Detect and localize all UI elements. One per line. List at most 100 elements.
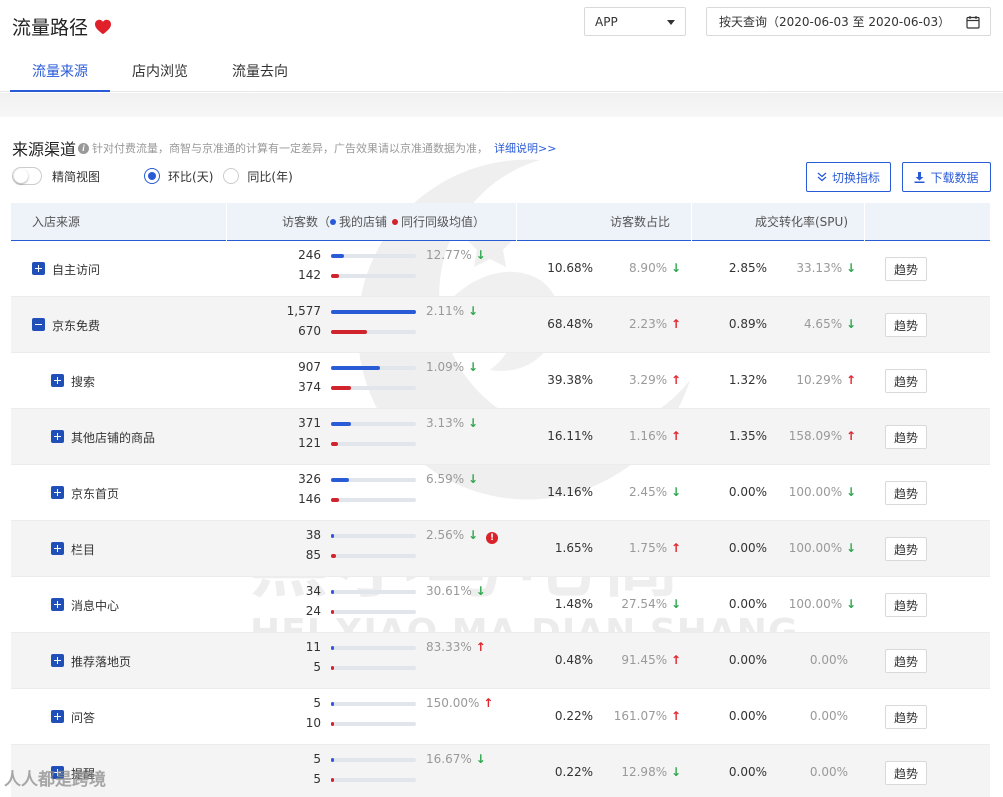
expand-icon[interactable]: [51, 374, 64, 387]
arrow-down-icon: ↓: [845, 597, 856, 611]
visitors-mine: 5: [313, 752, 321, 766]
visitors-peer-bar: [331, 778, 416, 782]
conversion-rate: 0.89%: [728, 317, 767, 331]
table-row: 其他店铺的商品 371 121 3.13% ↓ 16.11% 1.16% ↑ 1.35% 15…: [11, 409, 990, 465]
visitor-share: 0.22%: [554, 709, 593, 723]
visitors-peer-bar-fill: [331, 274, 339, 278]
expand-icon[interactable]: [51, 598, 64, 611]
visitors-mine: 34: [305, 584, 321, 598]
column-header-visitors: 访客数（ 我的店铺 同行同级均值）: [282, 203, 485, 241]
table-body: 自主访问 246 142 12.77% ↓ 10.68% 8.90% ↓ 2.85% 33.1…: [11, 241, 990, 797]
table-row: 自主访问 246 142 12.77% ↓ 10.68% 8.90% ↓ 2.85% 33.1…: [11, 241, 990, 297]
date-range-value: 按天查询（2020-06-03 至 2020-06-03）: [719, 15, 951, 29]
detail-link[interactable]: 详细说明>>: [494, 140, 556, 156]
radio-year-over-year[interactable]: [223, 168, 240, 184]
expand-icon[interactable]: [51, 486, 64, 499]
visitors-peer-bar: [331, 442, 416, 446]
table-row: 提醒 5 5 16.67% ↓ 0.22% 12.98% ↓ 0.00% 0.00% 趋势: [11, 745, 990, 797]
trend-button[interactable]: 趋势: [885, 537, 927, 561]
tab-in-store-browse[interactable]: 店内浏览: [110, 57, 210, 92]
arrow-down-icon: ↓: [475, 248, 486, 262]
tab-bar: 流量来源 店内浏览 流量去向: [10, 57, 310, 92]
visitors-mine: 907: [298, 360, 321, 374]
radio-day-over-day-label[interactable]: 环比(天): [168, 168, 213, 185]
conversion-rate: 1.32%: [728, 373, 767, 387]
share-change-value: 161.07%: [613, 709, 668, 723]
radio-year-over-year-label[interactable]: 同比(年): [247, 168, 292, 185]
expand-icon[interactable]: [51, 710, 64, 723]
visitors-peer-bar-fill: [331, 498, 339, 502]
visitor-share: 39.38%: [547, 373, 593, 387]
visitors-peer-bar: [331, 386, 416, 390]
visitors-peer: 5: [313, 660, 321, 674]
share-change-value: 2.23%: [628, 317, 668, 331]
trend-button[interactable]: 趋势: [885, 425, 927, 449]
trend-button[interactable]: 趋势: [885, 481, 927, 505]
visitors-mine-bar: [331, 310, 416, 314]
visitors-mine-bar-fill: [331, 366, 380, 370]
download-data-button[interactable]: 下载数据: [902, 162, 991, 192]
tab-traffic-destination[interactable]: 流量去向: [210, 57, 310, 92]
info-icon[interactable]: i: [78, 142, 90, 154]
visitors-mine-bar-fill: [331, 478, 349, 482]
collapse-icon[interactable]: [32, 318, 45, 331]
visitors-change: 2.11% ↓: [426, 304, 478, 318]
expand-icon[interactable]: [32, 262, 45, 275]
conversion-change: 0.00%: [771, 653, 856, 667]
arrow-up-icon: ↑: [670, 429, 681, 443]
conversion-change-value: 100.00%: [788, 597, 843, 611]
visitors-peer-bar: [331, 722, 416, 726]
column-header-source: 入店来源: [32, 215, 81, 229]
conversion-change: 100.00% ↓: [771, 597, 856, 611]
download-data-label: 下载数据: [930, 170, 979, 185]
platform-select[interactable]: APP: [584, 7, 686, 36]
visitors-mine-bar: [331, 646, 416, 650]
switch-metrics-button[interactable]: 切换指标: [806, 162, 891, 192]
visitors-mine: 1,577: [286, 304, 321, 318]
conversion-rate: 0.00%: [728, 709, 767, 723]
visitors-change-value: 83.33%: [426, 640, 472, 654]
radio-day-over-day[interactable]: [144, 168, 161, 184]
arrow-down-icon: ↓: [467, 528, 479, 542]
conversion-change: 158.09% ↑: [771, 429, 856, 443]
visitor-share: 1.48%: [554, 597, 593, 611]
arrow-down-icon: ↓: [845, 485, 856, 499]
table-row: 消息中心 34 24 30.61% ↓ 1.48% 27.54% ↓ 0.00% 100.00…: [11, 577, 990, 633]
tab-traffic-source[interactable]: 流量来源: [10, 57, 110, 92]
date-range-picker[interactable]: 按天查询（2020-06-03 至 2020-06-03）: [706, 7, 991, 36]
conversion-change-value: 158.09%: [788, 429, 843, 443]
expand-icon[interactable]: [51, 654, 64, 667]
visitor-share: 16.11%: [547, 429, 593, 443]
conversion-rate: 0.00%: [728, 765, 767, 779]
arrow-down-icon: ↓: [467, 416, 479, 430]
visitors-mine-bar: [331, 590, 416, 594]
visitor-share: 0.22%: [554, 765, 593, 779]
trend-button[interactable]: 趋势: [885, 257, 927, 281]
conversion-change-value: 100.00%: [788, 485, 843, 499]
warning-icon[interactable]: !: [486, 532, 499, 544]
share-change-value: 91.45%: [621, 653, 668, 667]
expand-icon[interactable]: [51, 430, 64, 443]
visitors-mine-bar: [331, 534, 416, 538]
visitors-change-value: 16.67%: [426, 752, 472, 766]
share-change-value: 8.90%: [628, 261, 668, 275]
arrow-up-icon: ↑: [670, 709, 681, 723]
trend-button[interactable]: 趋势: [885, 369, 927, 393]
arrow-down-icon: ↓: [467, 472, 479, 486]
trend-button[interactable]: 趋势: [885, 649, 927, 673]
trend-button[interactable]: 趋势: [885, 313, 927, 337]
visitors-peer-bar-fill: [331, 386, 351, 390]
trend-button[interactable]: 趋势: [885, 593, 927, 617]
trend-button[interactable]: 趋势: [885, 761, 927, 785]
visitors-change: 30.61% ↓: [426, 584, 486, 598]
visitors-mine: 38: [305, 528, 321, 542]
compact-view-toggle[interactable]: [12, 167, 42, 185]
expand-icon[interactable]: [51, 542, 64, 555]
visitors-change: 16.67% ↓: [426, 752, 486, 766]
trend-button[interactable]: 趋势: [885, 705, 927, 729]
arrow-up-icon: ↑: [670, 373, 681, 387]
visitors-change: 6.59% ↓: [426, 472, 478, 486]
visitors-mine-bar-fill: [331, 590, 334, 594]
arrow-up-icon: ↑: [670, 317, 681, 331]
arrow-down-icon: ↓: [670, 261, 681, 275]
